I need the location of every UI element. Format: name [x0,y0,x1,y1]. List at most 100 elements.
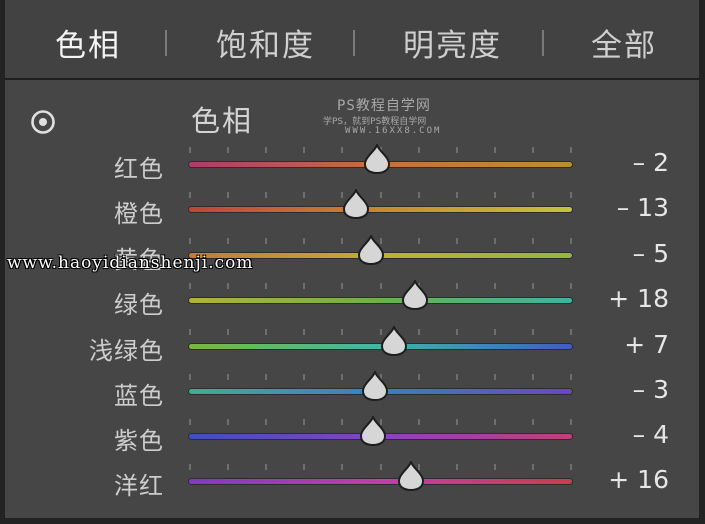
slider-tick [227,419,230,425]
slider-track[interactable] [189,298,572,303]
slider-tick [455,192,458,198]
slider-label: 蓝色 [114,382,164,410]
slider-value[interactable]: + 7 [624,330,669,359]
slider-tick [493,147,496,153]
slider-tick [417,374,420,380]
slider-tick [341,147,344,153]
slider-tick [455,283,458,289]
watermark-text: WWW.16XX8.COM [345,126,442,136]
slider-tick [341,329,344,335]
slider-tick [227,329,230,335]
slider-tick [341,419,344,425]
slider-ticks [189,283,572,291]
slider-tick [570,192,572,198]
tab-divider [353,30,355,56]
slider-value[interactable]: – 13 [617,193,669,222]
slider-tick [227,374,230,380]
slider-tick [493,329,496,335]
slider-tick [570,147,572,153]
slider-tick [379,464,382,470]
slider-tick [303,374,306,380]
slider-label: 橙色 [114,200,164,228]
slider-tick [493,283,496,289]
slider-track[interactable] [189,479,572,484]
slider-thumb[interactable] [361,371,389,401]
slider-tick [341,238,344,244]
slider-tick [379,192,382,198]
slider-tick [570,329,572,335]
slider-tick [303,329,306,335]
slider-label: 浅绿色 [89,337,164,365]
slider-tick [227,192,230,198]
slider-label: 绿色 [114,291,164,319]
slider-tick [493,464,496,470]
slider-tick [493,192,496,198]
slider-tick [341,374,344,380]
slider-tick [570,283,572,289]
slider-row: 紫色 – 4 [5,416,699,461]
slider-tick [531,419,534,425]
slider-tick [455,329,458,335]
target-adjustment-icon[interactable] [29,108,57,136]
slider-tick [570,374,572,380]
slider-value[interactable]: + 18 [608,284,669,313]
slider-thumb[interactable] [363,144,391,174]
tab-hue[interactable]: 色相 [55,20,121,65]
slider-tick [531,464,534,470]
slider-tick [227,283,230,289]
slider-thumb[interactable] [380,326,408,356]
watermark-text: PS教程自学网 [337,98,431,114]
slider-thumb[interactable] [401,280,429,310]
slider-thumb[interactable] [357,235,385,265]
slider-tick [417,238,420,244]
slider-row: 红色 – 2 [5,144,699,189]
slider-thumb[interactable] [397,461,425,491]
slider-tick [189,192,191,198]
slider-value[interactable]: – 2 [633,148,669,177]
slider-tick [265,464,268,470]
slider-tick [189,464,191,470]
slider-tick [455,464,458,470]
slider-row: 洋红 + 16 [5,461,699,506]
tab-divider [542,30,544,56]
tab-all[interactable]: 全部 [591,20,657,65]
slider-tick [417,192,420,198]
slider-thumb[interactable] [359,416,387,446]
slider-tick [265,147,268,153]
slider-tick [417,329,420,335]
slider-track[interactable] [189,207,572,212]
slider-tick [303,147,306,153]
slider-tick [265,192,268,198]
slider-tick [531,192,534,198]
slider-tick [417,147,420,153]
tab-luminance[interactable]: 明亮度 [403,20,502,65]
slider-tick [189,374,191,380]
section-title: 色相 [191,104,254,138]
slider-tick [341,283,344,289]
slider-value[interactable]: – 3 [633,375,669,404]
slider-tick [303,283,306,289]
slider-tick [227,238,230,244]
slider-tick [531,238,534,244]
slider-tick [455,374,458,380]
slider-value[interactable]: – 5 [633,239,669,268]
slider-value[interactable]: + 16 [608,465,669,494]
slider-tick [265,238,268,244]
slider-value[interactable]: – 4 [633,420,669,449]
slider-tick [570,419,572,425]
slider-tick [531,374,534,380]
slider-tick [379,283,382,289]
slider-tick [303,238,306,244]
slider-thumb[interactable] [342,189,370,219]
slider-tick [493,374,496,380]
slider-tick [189,283,191,289]
tab-saturation[interactable]: 饱和度 [216,20,315,65]
slider-row: 橙色 – 13 [5,189,699,234]
slider-tick [455,238,458,244]
slider-tick [303,464,306,470]
slider-label: 洋红 [114,472,164,500]
slider-label: 紫色 [114,427,164,455]
slider-tick [455,419,458,425]
watermark-overlay: www.haoyidianshenji.com [7,253,254,273]
slider-tick [189,329,191,335]
